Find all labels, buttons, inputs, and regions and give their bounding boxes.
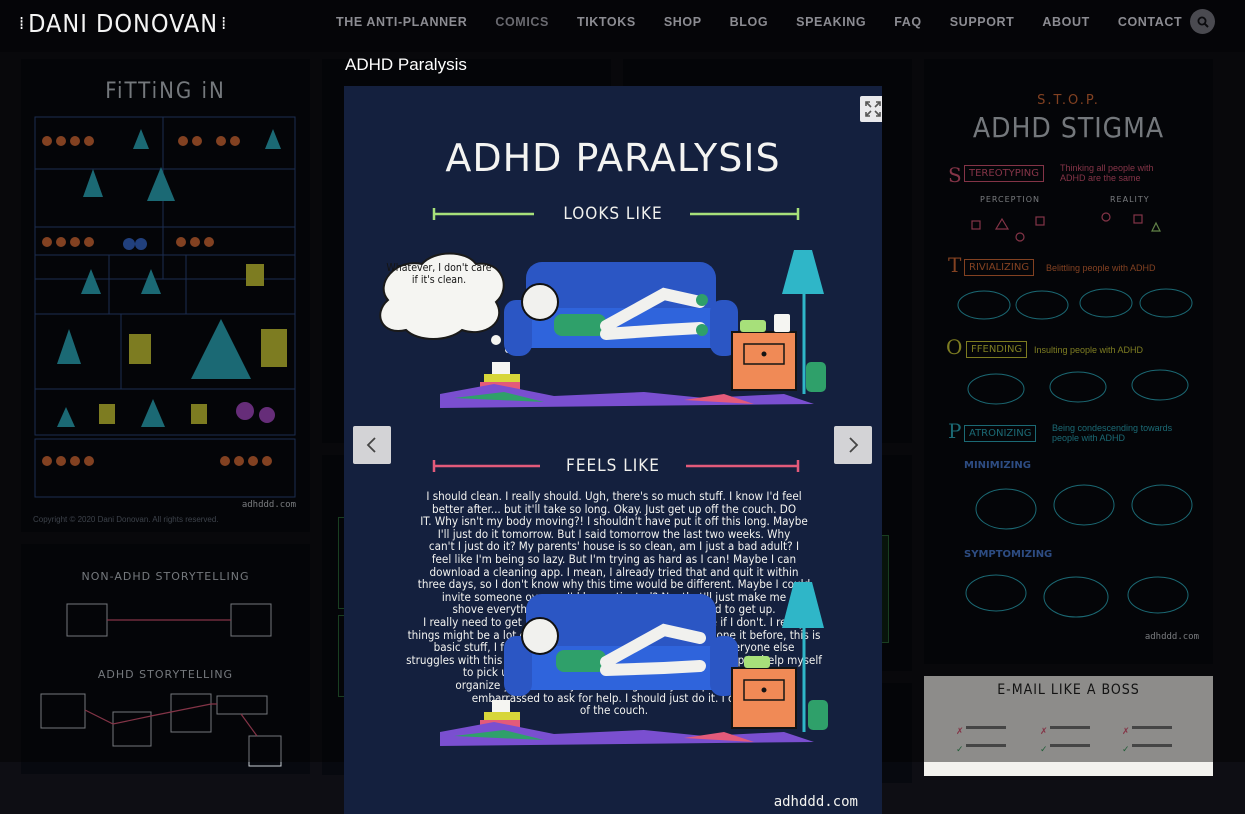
nav-support[interactable]: SUPPORT xyxy=(950,15,1015,29)
comic-watermark: adhddd.com xyxy=(773,794,858,810)
sparkle-icon: ⁞ xyxy=(19,12,26,34)
sparkle-icon: ⁞ xyxy=(221,12,228,34)
main-nav: THE ANTI-PLANNER COMICS TIKTOKS SHOP BLO… xyxy=(336,15,1210,29)
nav-comics[interactable]: COMICS xyxy=(495,15,549,29)
site-header: ⁞ DANI DONOVAN ⁞ THE ANTI-PLANNER COMICS… xyxy=(0,0,1245,52)
search-icon xyxy=(1197,16,1209,28)
search-button[interactable] xyxy=(1190,9,1215,34)
nav-contact[interactable]: CONTACT xyxy=(1118,15,1182,29)
thought-bubble-text: Whatever, I don't care if it's clean. xyxy=(386,262,492,286)
chevron-right-icon xyxy=(849,437,859,453)
nav-about[interactable]: ABOUT xyxy=(1042,15,1089,29)
feels-text-line: feel like I'm being so lazy. But I'm try… xyxy=(431,551,797,566)
feels-like-label: FEELS LIKE xyxy=(566,456,660,476)
previous-button[interactable] xyxy=(353,426,391,464)
nav-anti-planner[interactable]: THE ANTI-PLANNER xyxy=(336,15,467,29)
nav-shop[interactable]: SHOP xyxy=(664,15,702,29)
feels-text-line: I should clean. I really should. Ugh, th… xyxy=(426,489,802,503)
nav-blog[interactable]: BLOG xyxy=(730,15,769,29)
lightbox-image[interactable]: ADHD PARALYSIS LOOKS LIKE Whatever, I do… xyxy=(344,86,882,814)
comic-title: ADHD PARALYSIS xyxy=(445,136,781,180)
looks-like-label: LOOKS LIKE xyxy=(563,204,663,224)
nav-faq[interactable]: FAQ xyxy=(894,15,922,29)
feels-text-line: IT. Why isn't my body moving?! I shouldn… xyxy=(420,514,808,529)
lightbox-title: ADHD Paralysis xyxy=(345,55,467,74)
logo-text: DANI DONOVAN xyxy=(28,8,219,38)
couch-paralyzed-illustration xyxy=(440,582,828,746)
next-button[interactable] xyxy=(834,426,872,464)
nav-speaking[interactable]: SPEAKING xyxy=(796,15,866,29)
nav-tiktoks[interactable]: TIKTOKS xyxy=(577,15,636,29)
fullscreen-button[interactable] xyxy=(860,96,882,122)
expand-icon xyxy=(865,101,881,117)
chevron-left-icon xyxy=(366,437,376,453)
site-logo[interactable]: ⁞ DANI DONOVAN ⁞ xyxy=(16,8,230,38)
